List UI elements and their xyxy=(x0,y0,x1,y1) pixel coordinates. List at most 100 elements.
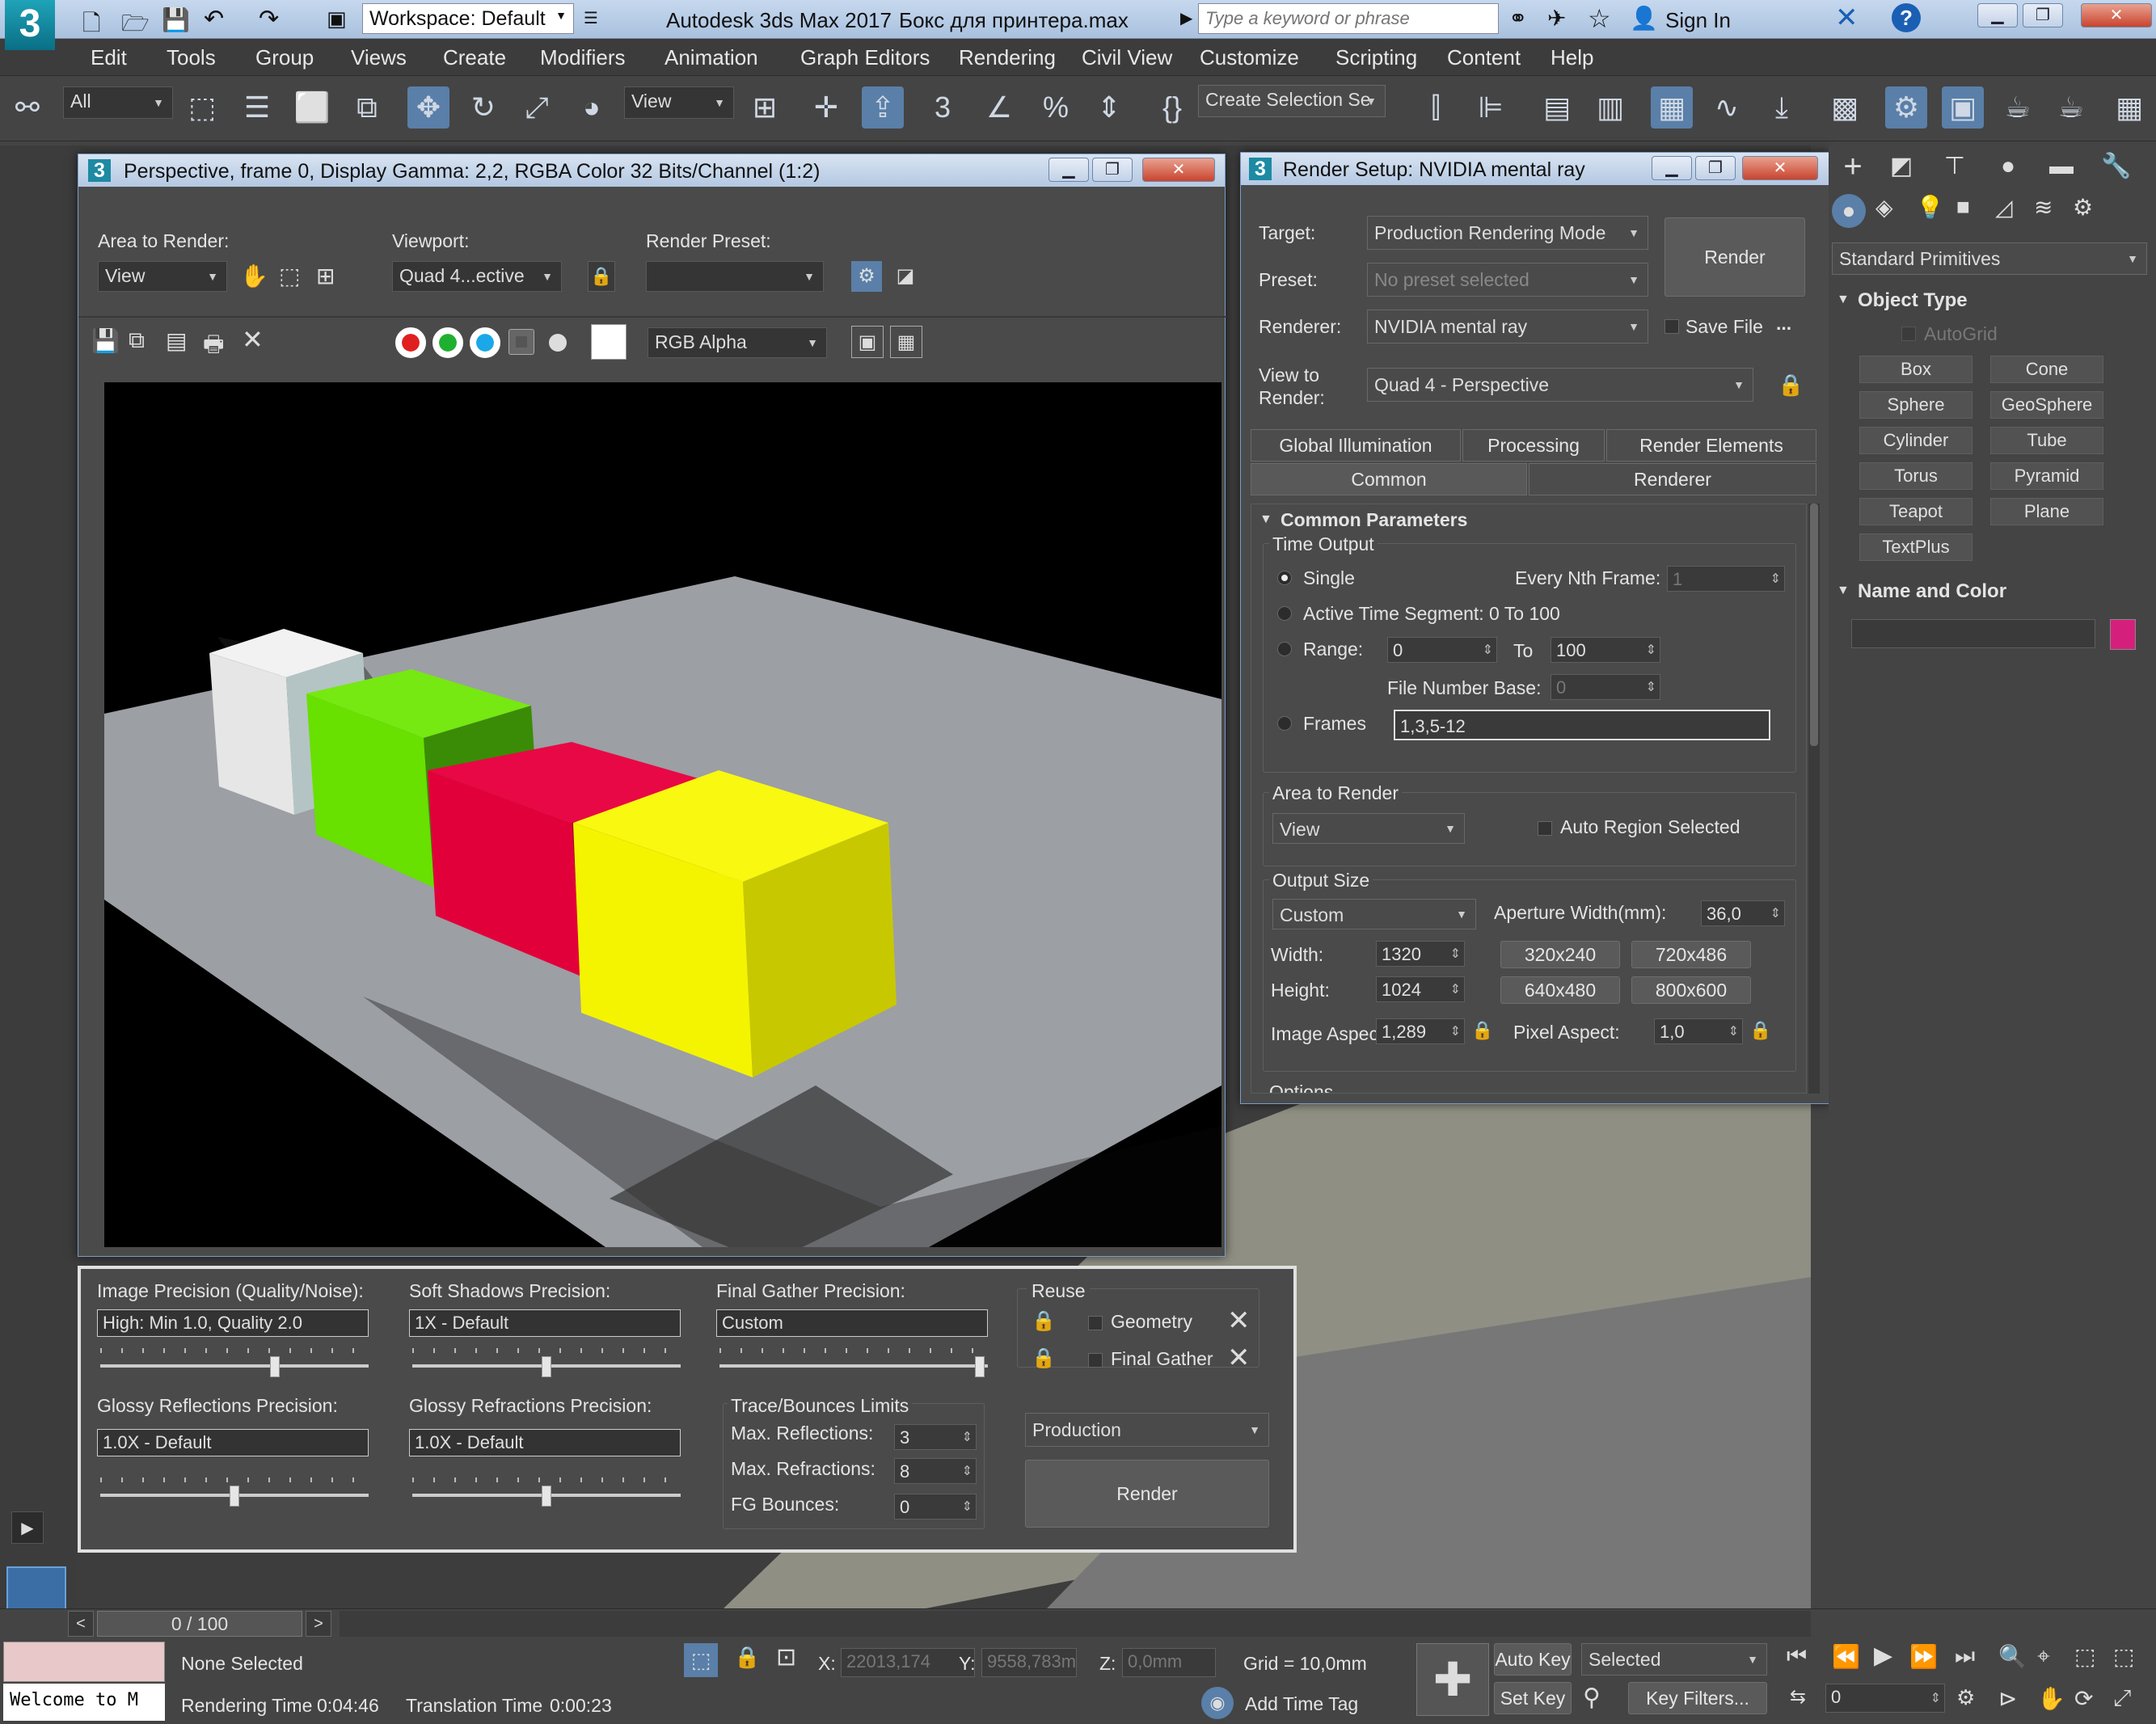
frames-input[interactable]: 1,3,5-12 xyxy=(1394,710,1770,740)
field-of-view-icon[interactable]: ⊳ xyxy=(1998,1685,2017,1712)
print-image-icon[interactable]: 🖶 xyxy=(203,327,224,366)
alpha-channel-icon[interactable] xyxy=(508,329,534,355)
menu-graph-editors[interactable]: Graph Editors xyxy=(800,45,930,70)
primitive-tube-button[interactable]: Tube xyxy=(1990,427,2103,454)
orbit-icon[interactable]: ⟳ xyxy=(2074,1685,2093,1712)
renderer-dropdown[interactable]: NVIDIA mental ray xyxy=(1367,310,1648,344)
autogrid-checkbox[interactable] xyxy=(1901,327,1916,341)
key-mode-toggle-icon[interactable]: ⇆ xyxy=(1790,1685,1806,1709)
set-key-button[interactable]: Set Key xyxy=(1494,1682,1572,1714)
add-time-tag-icon[interactable]: ◉ xyxy=(1201,1687,1234,1719)
fg-bounces-spinner[interactable]: 0 xyxy=(894,1494,977,1520)
time-slider[interactable]: 0 / 100 xyxy=(97,1611,302,1637)
display-tab-icon[interactable]: ▬ xyxy=(2040,147,2082,186)
glossy-refractions-field[interactable]: 1.0X - Default xyxy=(409,1429,681,1456)
tab-global-illumination[interactable]: Global Illumination xyxy=(1251,429,1461,462)
z-coordinate-field[interactable]: 0,0mm xyxy=(1122,1648,1216,1677)
align-icon[interactable]: ⊫ xyxy=(1470,86,1512,129)
common-parameters-title[interactable]: Common Parameters xyxy=(1281,509,1467,531)
workspace-dropdown[interactable]: Workspace: Default ▼ xyxy=(362,3,574,34)
pixel-aspect-spinner[interactable]: 1,0 xyxy=(1654,1018,1743,1044)
menu-animation[interactable]: Animation xyxy=(665,45,758,70)
toggle-ribbon-icon[interactable]: ▥ xyxy=(1589,86,1631,129)
object-category-dropdown[interactable]: Standard Primitives xyxy=(1832,242,2147,275)
glossy-refractions-slider[interactable] xyxy=(412,1477,681,1507)
preset-800x600-button[interactable]: 800x600 xyxy=(1631,976,1751,1004)
menu-edit[interactable]: Edit xyxy=(91,45,127,70)
single-radio[interactable] xyxy=(1277,571,1292,585)
select-object-icon[interactable]: ⬚ xyxy=(181,86,223,129)
cameras-icon[interactable]: ■ xyxy=(1956,194,1970,220)
primitive-teapot-button[interactable]: Teapot xyxy=(1859,498,1972,525)
render-production-icon[interactable]: ☕ xyxy=(1997,86,2039,129)
copy-image-icon[interactable]: ⧉ xyxy=(129,327,145,354)
save-file-browse-button[interactable]: ... xyxy=(1776,313,1791,335)
select-place-icon[interactable]: ◕ xyxy=(571,86,613,129)
y-coordinate-field[interactable]: 9558,783m xyxy=(981,1648,1077,1677)
color-clipboard-icon[interactable]: ▦ xyxy=(890,326,922,358)
clear-image-icon[interactable]: ✕ xyxy=(242,324,264,355)
sign-in-link[interactable]: Sign In xyxy=(1665,8,1731,33)
menu-group[interactable]: Group xyxy=(255,45,314,70)
x-coordinate-field[interactable]: 22013,174 xyxy=(841,1648,975,1677)
soft-shadows-slider[interactable] xyxy=(412,1348,681,1377)
primitive-plane-button[interactable]: Plane xyxy=(1990,498,2103,525)
motion-tab-icon[interactable]: ● xyxy=(1987,147,2029,186)
next-frame-icon[interactable]: ⏩ xyxy=(1909,1643,1938,1670)
select-rotate-icon[interactable]: ↻ xyxy=(462,86,504,129)
percent-snap-icon[interactable]: % xyxy=(1035,86,1077,129)
primitive-sphere-button[interactable]: Sphere xyxy=(1859,391,1972,419)
max-reflections-spinner[interactable]: 3 xyxy=(894,1424,977,1450)
environment-effects-icon[interactable]: ◪ xyxy=(890,261,921,292)
link-icon[interactable]: ⚯ xyxy=(6,86,49,129)
viewport-dropdown[interactable]: Quad 4...ective xyxy=(392,261,562,292)
active-segment-radio[interactable] xyxy=(1277,606,1292,621)
render-in-cloud-icon[interactable]: ▦ xyxy=(2108,86,2150,129)
viewport-lock-icon[interactable]: 🔒 xyxy=(588,261,615,292)
render-preset-dropdown[interactable] xyxy=(646,261,824,292)
target-dropdown[interactable]: Production Rendering Mode xyxy=(1367,216,1648,250)
save-file-checkbox[interactable] xyxy=(1664,319,1679,334)
time-configuration-icon[interactable]: ⚙ xyxy=(1956,1685,1975,1710)
height-spinner[interactable]: 1024 xyxy=(1376,976,1465,1002)
go-to-end-icon[interactable]: ⏭ xyxy=(1955,1643,1975,1670)
select-by-name-icon[interactable]: ☰ xyxy=(236,86,278,129)
area-to-render-dropdown[interactable]: View xyxy=(98,261,227,292)
zoom-icon[interactable]: 🔍 xyxy=(1998,1643,2027,1670)
auto-key-button[interactable]: Auto Key xyxy=(1494,1643,1572,1676)
exchange-icon[interactable]: ✕ xyxy=(1835,2,1859,34)
monochrome-icon[interactable] xyxy=(549,334,567,352)
object-name-field[interactable] xyxy=(1851,619,2095,648)
app-restore-button[interactable]: ❐ xyxy=(2023,3,2063,27)
zoom-extents-all-icon[interactable]: ⬚ xyxy=(2113,1643,2134,1670)
menu-customize[interactable]: Customize xyxy=(1200,45,1299,70)
clone-window-icon[interactable]: ▤ xyxy=(166,327,187,354)
mirror-icon[interactable]: ⫿ xyxy=(1415,86,1457,129)
modify-tab-icon[interactable]: ◩ xyxy=(1880,147,1922,186)
object-type-collapse-icon[interactable]: ▼ xyxy=(1837,293,1850,307)
expand-arrow-icon[interactable]: ▶ xyxy=(1180,8,1192,28)
preset-720x486-button[interactable]: 720x486 xyxy=(1631,941,1751,968)
key-filters-icon[interactable]: ⚲ xyxy=(1583,1684,1601,1712)
frame-restore-button[interactable]: ❐ xyxy=(1092,158,1133,182)
menu-content[interactable]: Content xyxy=(1447,45,1521,70)
primitive-cylinder-button[interactable]: Cylinder xyxy=(1859,427,1972,454)
utilities-tab-icon[interactable]: 🔧 xyxy=(2095,147,2137,186)
auto-region-icon[interactable]: ⬚ xyxy=(279,263,300,289)
track-bar[interactable] xyxy=(340,1611,1811,1637)
tab-common[interactable]: Common xyxy=(1251,463,1527,495)
reference-coordinate-dropdown[interactable]: View xyxy=(624,86,734,119)
current-frame-spinner[interactable]: 0 xyxy=(1825,1684,1945,1713)
zoom-extents-icon[interactable]: ⬚ xyxy=(2074,1643,2095,1670)
render-setup-small-icon[interactable]: ⚙ xyxy=(851,261,882,292)
final-gather-precision-field[interactable]: Custom xyxy=(716,1309,988,1337)
primitive-box-button[interactable]: Box xyxy=(1859,356,1972,383)
rollout-collapse-icon[interactable]: ▼ xyxy=(1259,512,1272,527)
create-tab-icon[interactable]: + xyxy=(1832,147,1874,186)
blue-channel-icon[interactable] xyxy=(470,327,500,358)
render-iterative-icon[interactable]: ☕ xyxy=(2050,86,2092,129)
primitive-pyramid-button[interactable]: Pyramid xyxy=(1990,462,2103,490)
reuse-final-gather-lock-icon[interactable]: 🔒 xyxy=(1032,1347,1056,1370)
create-selection-set-dropdown[interactable]: Create Selection Se xyxy=(1198,85,1386,117)
region-reset-icon[interactable]: ⊞ xyxy=(316,263,335,289)
